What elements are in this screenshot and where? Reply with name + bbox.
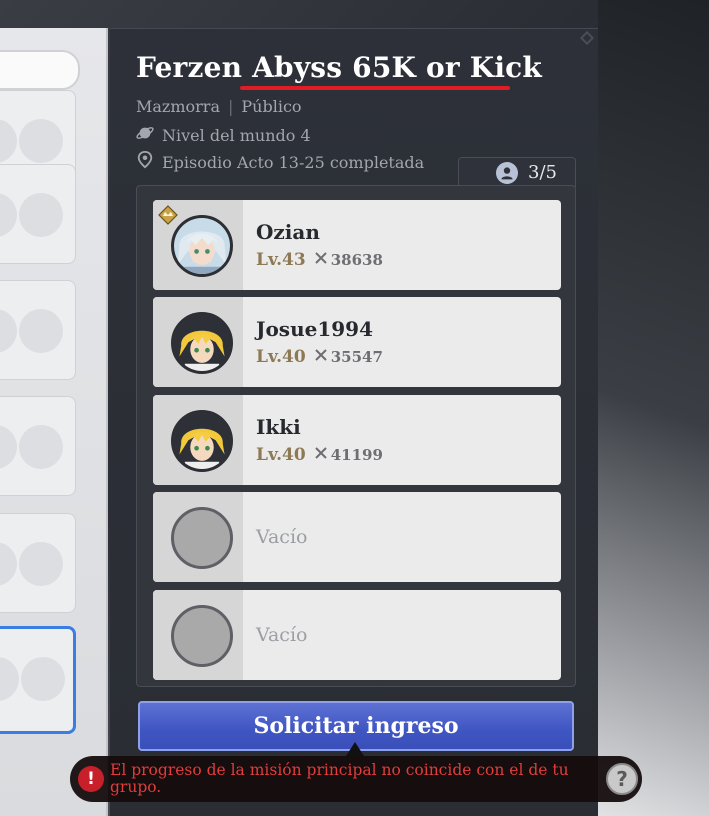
room-type-row: Mazmorra | Público [136, 97, 302, 116]
crossed-swords-icon [314, 348, 328, 366]
crossed-swords-icon [314, 251, 328, 269]
member-level-row: Lv.43 38638 [256, 250, 383, 270]
location-pin-icon [136, 150, 154, 173]
title-underline [240, 86, 510, 90]
room-list-panel [0, 28, 108, 816]
warning-icon: ! [78, 766, 104, 792]
member-name: Josue1994 [256, 317, 373, 341]
room-detail-panel: Ferzen Abyss 65K or Kick Mazmorra | Públ… [110, 28, 598, 816]
member-level-row: Lv.40 35547 [256, 347, 383, 367]
room-list-item[interactable] [0, 280, 76, 380]
room-list-item-selected[interactable] [0, 626, 76, 734]
combat-power-value: 35547 [330, 348, 383, 366]
member-level-row: Lv.40 41199 [256, 445, 383, 465]
party-member-slot[interactable]: Ozian Lv.43 38638 [153, 200, 561, 290]
person-icon [496, 161, 519, 184]
world-level: Nivel del mundo 4 [162, 125, 311, 145]
empty-slot-label: Vacío [256, 526, 308, 548]
empty-party-slot[interactable]: Vacío [153, 492, 561, 582]
room-type: Mazmorra [136, 97, 220, 116]
empty-party-slot[interactable]: Vacío [153, 590, 561, 680]
planet-icon [136, 124, 154, 146]
warning-toast: ! El progreso de la misión principal no … [70, 756, 642, 802]
room-list-item[interactable] [0, 164, 76, 264]
empty-avatar [171, 507, 233, 569]
party-member-slot[interactable]: Ikki Lv.40 41199 [153, 395, 561, 485]
toast-pointer [346, 742, 364, 756]
empty-avatar [171, 605, 233, 667]
combat-power: 41199 [314, 446, 383, 464]
combat-power-value: 38638 [330, 251, 383, 269]
combat-power-value: 41199 [330, 446, 383, 464]
avatar [171, 410, 233, 472]
separator: | [228, 97, 234, 116]
member-level: Lv.43 [256, 250, 306, 270]
party-count-tab: 3/5 [458, 157, 576, 187]
warning-message: El progreso de la misión principal no co… [110, 761, 569, 796]
member-name: Ozian [256, 220, 320, 244]
episode-row: Episodio Acto 13-25 completada [136, 150, 425, 173]
episode-progress: Episodio Acto 13-25 completada [162, 152, 425, 172]
avatar [171, 312, 233, 374]
member-name: Ikki [256, 415, 301, 439]
help-button[interactable]: ? [606, 763, 638, 795]
party-count: 3/5 [528, 162, 557, 183]
corner-ornament-icon [579, 30, 595, 46]
room-list-item[interactable] [0, 513, 76, 613]
party-slots: Ozian Lv.43 38638 Josue1994 Lv.40 35547 … [136, 185, 576, 687]
member-level: Lv.40 [256, 347, 306, 367]
world-level-row: Nivel del mundo 4 [136, 124, 311, 146]
party-member-slot[interactable]: Josue1994 Lv.40 35547 [153, 297, 561, 387]
room-search-field[interactable] [0, 50, 80, 90]
background-scenery [598, 0, 709, 816]
crossed-swords-icon [314, 446, 328, 464]
combat-power: 38638 [314, 251, 383, 269]
empty-slot-label: Vacío [256, 624, 308, 646]
room-visibility: Público [241, 97, 302, 116]
room-title: Ferzen Abyss 65K or Kick [136, 51, 543, 84]
leader-crown-icon [157, 204, 179, 226]
room-list-item[interactable] [0, 396, 76, 496]
combat-power: 35547 [314, 348, 383, 366]
member-level: Lv.40 [256, 445, 306, 465]
avatar [171, 215, 233, 277]
